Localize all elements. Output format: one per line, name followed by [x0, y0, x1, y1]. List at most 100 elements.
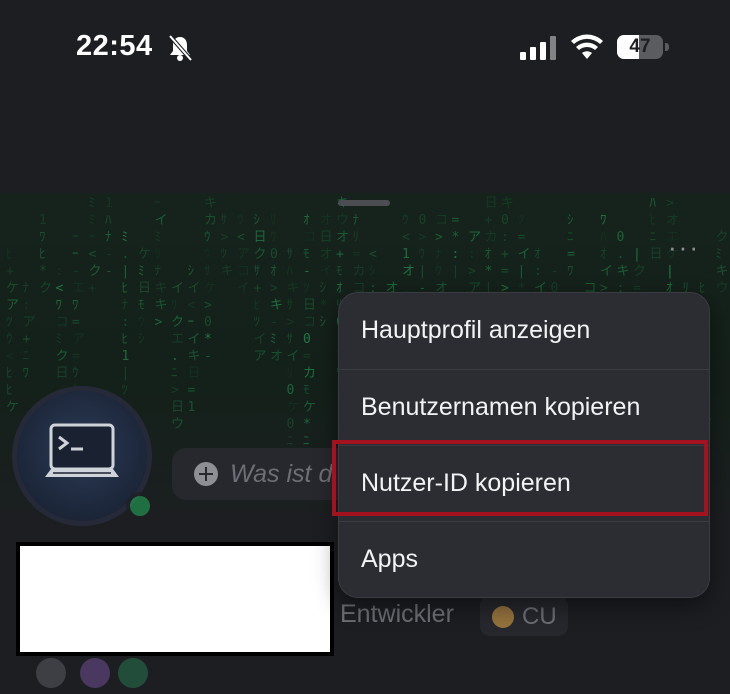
- svg-text:ｻ: ｻ: [287, 298, 294, 313]
- svg-text:=: =: [501, 264, 509, 279]
- svg-text:+: +: [23, 332, 31, 347]
- svg-text:ﾘ: ﾘ: [287, 366, 294, 381]
- sheet-drag-handle[interactable]: [338, 200, 390, 206]
- svg-text:ﾘ: ﾘ: [270, 213, 277, 228]
- svg-text:*: *: [452, 230, 460, 245]
- svg-text:カ: カ: [485, 230, 498, 245]
- plus-circle-icon: [194, 462, 218, 486]
- svg-text:ﾐ: ﾐ: [89, 213, 96, 228]
- svg-text:ｰ: ｰ: [72, 247, 79, 262]
- svg-text:ケ: ケ: [303, 400, 316, 415]
- svg-text:+: +: [254, 281, 262, 296]
- ellipsis-icon[interactable]: ···: [668, 232, 700, 263]
- svg-text:ﾓ: ﾓ: [138, 298, 145, 313]
- svg-text:*: *: [39, 264, 47, 279]
- svg-text:コ: コ: [303, 230, 316, 245]
- svg-text:>: >: [287, 315, 295, 330]
- svg-text:オ: オ: [336, 230, 349, 245]
- cu-tag-label: CU: [522, 603, 557, 630]
- svg-text:ｳ: ｳ: [237, 213, 244, 228]
- svg-text:0: 0: [270, 247, 278, 262]
- svg-text:ﾂ: ﾂ: [6, 315, 13, 330]
- svg-text:キ: キ: [501, 196, 514, 211]
- custom-status-placeholder: Was ist d: [230, 460, 333, 488]
- svg-text:ク: ク: [89, 264, 102, 279]
- svg-text:カ: カ: [353, 264, 366, 279]
- svg-text:ｵ: ｵ: [534, 247, 541, 262]
- svg-text:>: >: [155, 315, 163, 330]
- svg-text:ﾓ: ﾓ: [336, 264, 343, 279]
- svg-text:ﾜ: ﾜ: [56, 298, 63, 313]
- svg-text:ｰ: ｰ: [72, 230, 79, 245]
- svg-text:0: 0: [303, 332, 311, 347]
- svg-text:ｳ: ｳ: [72, 366, 79, 381]
- badge-icon[interactable]: [36, 658, 66, 688]
- svg-text:.: .: [122, 247, 130, 262]
- svg-text:ウ: ウ: [336, 213, 349, 228]
- svg-text:イ: イ: [171, 281, 184, 296]
- svg-text:ﾐ: ﾐ: [89, 196, 96, 211]
- svg-text:ｳ: ｳ: [204, 247, 211, 262]
- svg-text:|: |: [666, 264, 674, 279]
- svg-text:.: .: [617, 247, 625, 262]
- svg-text:カ: カ: [204, 213, 217, 228]
- svg-text:-: -: [551, 264, 559, 279]
- menu-item-label: Apps: [361, 545, 418, 573]
- svg-text:ｻ: ｻ: [287, 247, 294, 262]
- svg-text:ﾐ: ﾐ: [270, 332, 277, 347]
- svg-text:キ: キ: [617, 264, 630, 279]
- svg-text:ｵ: ｵ: [485, 247, 492, 262]
- svg-text:|: |: [122, 366, 130, 381]
- svg-text:ﾜ: ﾜ: [72, 298, 79, 313]
- badge-icon[interactable]: [118, 658, 148, 688]
- svg-text:ｻ: ｻ: [221, 213, 228, 228]
- svg-text:ｳ: ｳ: [6, 332, 13, 347]
- svg-text:エ: エ: [72, 281, 85, 296]
- svg-text:+: +: [501, 247, 509, 262]
- svg-text:ﾐ: ﾐ: [155, 230, 162, 245]
- svg-text:ケ: ケ: [6, 281, 19, 296]
- menu-item-view-main-profile[interactable]: Hauptprofil anzeigen: [339, 293, 709, 369]
- svg-text:ﾅ: ﾅ: [353, 213, 360, 228]
- svg-text:0: 0: [204, 315, 212, 330]
- badge-icon[interactable]: [80, 658, 110, 688]
- svg-text:日: 日: [56, 366, 69, 381]
- svg-text:ｻ: ｻ: [287, 332, 294, 347]
- svg-text:|: |: [518, 264, 526, 279]
- svg-text:ﾅ: ﾅ: [435, 247, 442, 262]
- menu-item-copy-username[interactable]: Benutzernamen kopieren: [339, 370, 709, 446]
- svg-text::: :: [534, 264, 542, 279]
- svg-text:ケ: ケ: [138, 247, 151, 262]
- svg-text:<: <: [56, 281, 64, 296]
- svg-text:ﾘ: ﾘ: [155, 247, 162, 262]
- svg-text:ク: ク: [254, 247, 267, 262]
- svg-text:1: 1: [122, 349, 130, 364]
- svg-text:ｼ: ｼ: [320, 281, 327, 296]
- svg-text:ｻ: ｻ: [254, 264, 261, 279]
- svg-text:オ: オ: [666, 213, 679, 228]
- svg-text:>: >: [204, 298, 212, 313]
- svg-text:|: |: [633, 247, 641, 262]
- svg-text:ｻ: ｻ: [204, 264, 211, 279]
- svg-text:イ: イ: [155, 213, 168, 228]
- cu-tag-icon: [492, 606, 514, 628]
- svg-text:-: -: [105, 247, 113, 262]
- svg-text:ﾂ: ﾂ: [122, 383, 129, 398]
- svg-text::: :: [122, 315, 130, 330]
- svg-text:0: 0: [287, 417, 295, 432]
- cu-tag[interactable]: CU: [480, 596, 568, 636]
- svg-text:ｼ: ｼ: [320, 315, 327, 330]
- svg-text:-: -: [72, 264, 80, 279]
- svg-text:ﾜ: ﾜ: [600, 213, 607, 228]
- svg-text:イ: イ: [188, 281, 201, 296]
- svg-text:ｰ: ｰ: [188, 315, 195, 330]
- menu-item-apps[interactable]: Apps: [339, 522, 709, 597]
- svg-text:ク: ク: [39, 281, 52, 296]
- svg-text:>: >: [666, 196, 674, 211]
- svg-text:ﾂ: ﾂ: [303, 281, 310, 296]
- svg-text:=: =: [72, 349, 80, 364]
- battery-icon: 47: [617, 35, 669, 59]
- svg-text:ﾓ: ﾓ: [303, 247, 310, 262]
- svg-text:ケ: ケ: [204, 281, 217, 296]
- svg-text:<: <: [6, 349, 14, 364]
